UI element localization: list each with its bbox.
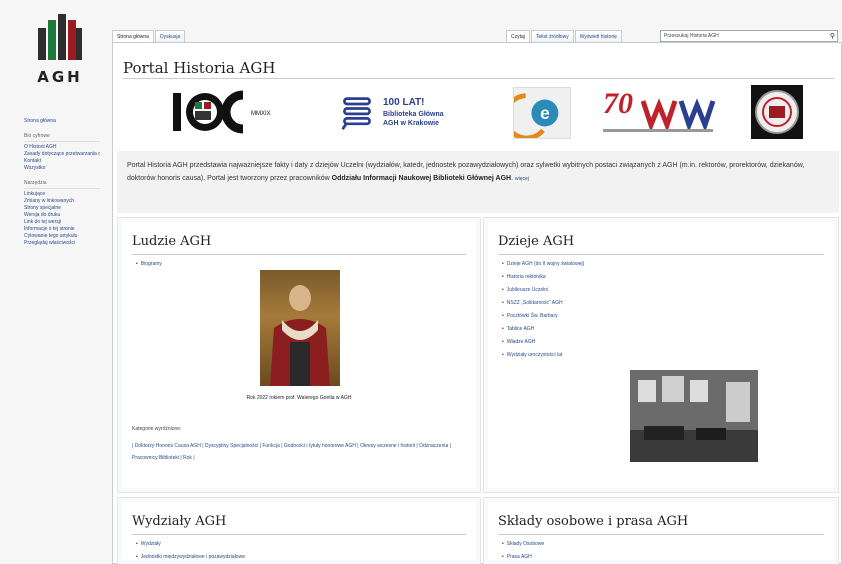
library-logo-line2: AGH w Krakowie	[383, 120, 440, 127]
logo-text: AGH	[37, 68, 83, 86]
intro-more-link[interactable]: więcej	[515, 176, 529, 182]
search-input[interactable]: Przeszukaj Historia AGH ⚲	[660, 30, 838, 42]
list-item[interactable]: Dzieje AGH (do II wojny światowej)	[502, 258, 585, 271]
namespace-tabs: Strona główna Dyskusja	[112, 30, 186, 42]
tab-view-source[interactable]: Tekst źródłowy	[530, 30, 574, 42]
sidebar-item-browse-properties[interactable]: Przeglądaj właściwości	[24, 240, 100, 247]
portrait-caption[interactable]: Rok 2022 rokiem prof. Walerego Goetla w …	[132, 395, 466, 401]
logo-70-subtitle	[603, 129, 713, 132]
content-area: Portal Historia AGH MMXIX 100 LAT! Bibli…	[112, 42, 842, 564]
library-logo-title: 100 LAT!	[383, 97, 425, 108]
tab-history[interactable]: Wyświetl historię	[574, 30, 622, 42]
agh-logo-icon	[38, 14, 82, 60]
sidebar-item-print[interactable]: Wersja do druku	[24, 212, 100, 219]
logo-70-years[interactable]: 70	[601, 87, 721, 139]
sidebar-item-privacy[interactable]: Zasady dotyczące przetwarzania danych	[24, 151, 100, 158]
panel-dzieje: Dzieje AGH Dzieje AGH (do II wojny świat…	[483, 217, 839, 493]
list-item[interactable]: Prasa AGH	[502, 551, 544, 564]
portrait-icon	[270, 285, 330, 386]
sidebar-item-main-page[interactable]: Strona główna	[24, 118, 100, 125]
intro-bold-link[interactable]: Oddziału Informacji Naukowej Biblioteki …	[332, 175, 511, 182]
sidebar-section-1: Bio cyfrowe O Historii AGH Zasady dotycz…	[24, 133, 100, 172]
logo-seal[interactable]	[751, 85, 803, 139]
logo-e[interactable]: e	[503, 87, 571, 141]
categories-label: Kategorie wyróżnione:	[132, 426, 182, 432]
portrait-image[interactable]	[260, 270, 340, 386]
wimir-logo-icon	[641, 98, 716, 131]
ludzie-list: Biogramy	[136, 258, 162, 271]
tab-main-page[interactable]: Strona główna	[112, 30, 154, 42]
sidebar-item-cite[interactable]: Cytowanie tego artykułu	[24, 233, 100, 240]
logos-row: MMXIX 100 LAT! Biblioteka Główna AGH w K…	[123, 81, 835, 151]
app-root: AGH Strona główna Bio cyfrowe O Historii…	[0, 0, 842, 564]
panel-divider	[498, 254, 824, 255]
wydzialy-list: Wydziały Jednostki międzywydziałowe i po…	[136, 538, 245, 564]
panel-dzieje-title: Dzieje AGH	[498, 234, 575, 249]
list-item[interactable]: NSZZ „Solidarność” AGH	[502, 297, 584, 310]
list-item[interactable]: Biogramy	[136, 258, 162, 271]
dzieje-list: Dzieje AGH (do II wojny światowej) Histo…	[502, 258, 585, 362]
agh-logo[interactable]: AGH	[28, 10, 92, 92]
search-input-value: Przeszukaj Historia AGH	[664, 33, 719, 39]
panel-sklady: Składy osobowe i prasa AGH Składy Osobow…	[483, 497, 839, 564]
list-item[interactable]: Składy Osobowe	[502, 538, 545, 551]
list-item[interactable]: Wydziały	[136, 538, 245, 551]
panel-ludzie-title: Ludzie AGH	[132, 234, 212, 249]
panel-ludzie: Ludzie AGH Biogramy Rok 2022 rokiem prof…	[117, 217, 481, 493]
sidebar-item-contact[interactable]: Kontakt	[24, 158, 100, 165]
sidebar-nav: Strona główna	[24, 118, 100, 125]
panel-divider	[132, 254, 466, 255]
sidebar-section-heading: Bio cyfrowe	[24, 133, 100, 142]
list-item[interactable]: Historia rektorska	[502, 271, 584, 284]
e-logo-icon: e	[503, 93, 559, 141]
categories-links[interactable]: | Doktorzy Honoris Causa AGH | Dyscyplin…	[132, 440, 472, 464]
room-photo-icon	[630, 370, 758, 462]
panel-wydzialy: Wydziały AGH Wydziały Jednostki międzywy…	[117, 497, 481, 564]
panel-wydzialy-title: Wydziały AGH	[132, 514, 227, 529]
sidebar-item-permalink[interactable]: Link do tej wersji	[24, 219, 100, 226]
list-item[interactable]: Władze AGH	[502, 336, 584, 349]
library-icon	[341, 97, 371, 130]
list-item[interactable]: Jubileusze Uczelni	[502, 284, 584, 297]
sidebar-item-about[interactable]: O Historii AGH	[24, 144, 100, 151]
logo-library-100[interactable]: 100 LAT! Biblioteka Główna AGH w Krakowi…	[339, 91, 469, 137]
sidebar-section-tools: Narzędzia Linkujące Zmiany w linkowanych…	[24, 180, 100, 247]
sidebar-item-all[interactable]: Wszystko	[24, 165, 100, 172]
view-tabs: Czytaj Tekst źródłowy Wyświetl historię	[506, 30, 623, 42]
sidebar: Strona główna Bio cyfrowe O Historii AGH…	[24, 118, 100, 255]
seal-icon	[755, 90, 799, 134]
search-icon[interactable]: ⚲	[830, 32, 835, 40]
page-title: Portal Historia AGH	[123, 59, 276, 77]
tab-discussion[interactable]: Dyskusja	[154, 30, 186, 42]
sidebar-item-page-info[interactable]: Informacje o tej stronie	[24, 226, 100, 233]
panel-sklady-title: Składy osobowe i prasa AGH	[498, 514, 689, 529]
title-divider	[123, 78, 835, 79]
sidebar-item-related-changes[interactable]: Zmiany w linkowanych	[24, 198, 100, 205]
historic-room-image[interactable]	[630, 370, 758, 462]
logo-70-number: 70	[603, 87, 633, 120]
panel-divider	[132, 534, 466, 535]
logo-100-years[interactable]: MMXIX	[171, 89, 271, 135]
sklady-list: Składy Osobowe Prasa AGH	[502, 538, 545, 564]
sidebar-section-heading: Narzędzia	[24, 180, 100, 189]
intro-box: Portal Historia AGH przedstawia najważni…	[117, 151, 839, 213]
logo-100-years-icon: MMXIX	[173, 90, 271, 134]
list-item[interactable]: Pocztówki Św. Barbary	[502, 310, 584, 323]
svg-text:MMXIX: MMXIX	[251, 111, 271, 117]
list-item[interactable]: Tablice AGH	[502, 323, 584, 336]
list-item[interactable]: Wydziały uroczystości lat	[502, 349, 584, 362]
panel-divider	[498, 534, 824, 535]
sidebar-item-linking[interactable]: Linkujące	[24, 191, 100, 198]
sidebar-item-special-pages[interactable]: Strony specjalne	[24, 205, 100, 212]
e-logo-letter: e	[540, 103, 550, 123]
list-item[interactable]: Jednostki międzywydziałowe i pozawydział…	[136, 551, 245, 564]
library-logo-line1: Biblioteka Główna	[383, 111, 444, 118]
tab-read[interactable]: Czytaj	[506, 30, 530, 42]
